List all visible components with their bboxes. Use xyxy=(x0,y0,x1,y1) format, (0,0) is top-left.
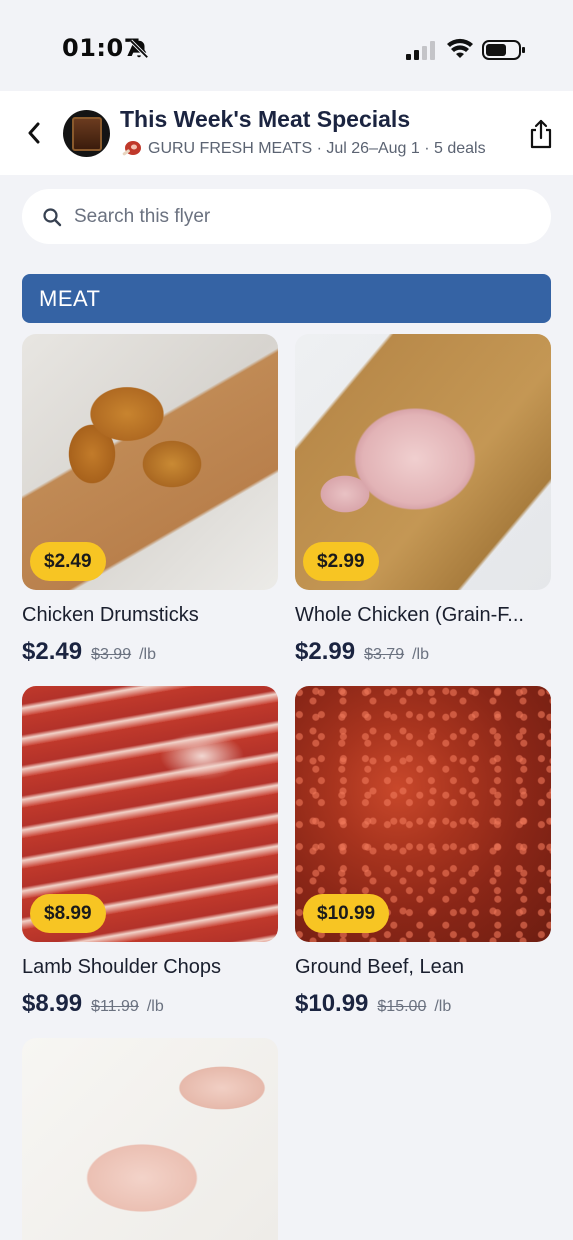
price-badge: $2.49 xyxy=(30,542,106,581)
original-price: $3.79 xyxy=(364,646,405,663)
product-image xyxy=(22,1038,278,1240)
flyer-meta-text: GURU FRESH MEATS · Jul 26–Aug 1 · 5 deal… xyxy=(148,140,486,157)
product-image: $8.99 xyxy=(22,686,278,942)
price-badge: $10.99 xyxy=(303,894,390,933)
product-card[interactable]: $2.49 Chicken Drumsticks $2.49 $3.99 /lb xyxy=(22,334,278,666)
price-row: $2.49 $3.99 /lb xyxy=(22,638,278,666)
sale-price: $10.99 xyxy=(295,990,369,1017)
price-row: $10.99 $15.00 /lb xyxy=(295,990,551,1018)
price-unit: /lb xyxy=(146,998,164,1015)
product-card[interactable]: $8.99 Lamb Shoulder Chops $8.99 $11.99 /… xyxy=(22,686,278,1018)
flyer-header: This Week's Meat Specials GURU FRESH MEA… xyxy=(0,91,573,175)
page-title: This Week's Meat Specials xyxy=(120,106,411,132)
search-icon xyxy=(43,207,62,226)
flyer-meta: GURU FRESH MEATS · Jul 26–Aug 1 · 5 deal… xyxy=(120,139,486,159)
share-button[interactable] xyxy=(528,119,554,149)
store-logo xyxy=(63,110,110,157)
product-name: Whole Chicken (Grain-F... xyxy=(295,604,524,626)
product-name: Chicken Drumsticks xyxy=(22,604,199,626)
product-card[interactable]: $2.99 Whole Chicken (Grain-F... $2.99 $3… xyxy=(295,334,551,666)
product-name: Lamb Shoulder Chops xyxy=(22,956,222,978)
chevron-left-icon xyxy=(28,122,40,144)
section-header-meat: MEAT xyxy=(22,274,551,323)
price-unit: /lb xyxy=(434,998,452,1015)
product-image: $10.99 xyxy=(295,686,551,942)
original-price: $3.99 xyxy=(91,646,132,663)
product-name: Ground Beef, Lean xyxy=(295,956,465,978)
sale-price: $2.99 xyxy=(295,638,356,665)
bell-slash-icon xyxy=(129,39,149,59)
back-button[interactable] xyxy=(20,119,48,147)
cellular-signal-icon xyxy=(406,41,435,60)
meat-icon xyxy=(122,141,141,156)
price-unit: /lb xyxy=(412,646,430,663)
sale-price: $2.49 xyxy=(22,638,83,665)
original-price: $15.00 xyxy=(377,998,427,1015)
product-card[interactable]: $10.99 Ground Beef, Lean $10.99 $15.00 /… xyxy=(295,686,551,1018)
wifi-icon xyxy=(447,38,473,58)
product-card[interactable] xyxy=(22,1038,278,1240)
price-row: $2.99 $3.79 /lb xyxy=(295,638,551,666)
sale-price: $8.99 xyxy=(22,990,83,1017)
price-badge: $8.99 xyxy=(30,894,106,933)
search-input[interactable] xyxy=(74,205,494,228)
battery-icon xyxy=(482,40,525,60)
original-price: $11.99 xyxy=(91,998,139,1015)
price-row: $8.99 $11.99 /lb xyxy=(22,990,278,1018)
product-image: $2.99 xyxy=(295,334,551,590)
search-bar[interactable] xyxy=(22,189,551,244)
status-bar: 01:07 xyxy=(0,0,573,90)
price-unit: /lb xyxy=(139,646,157,663)
product-image: $2.49 xyxy=(22,334,278,590)
price-badge: $2.99 xyxy=(303,542,379,581)
